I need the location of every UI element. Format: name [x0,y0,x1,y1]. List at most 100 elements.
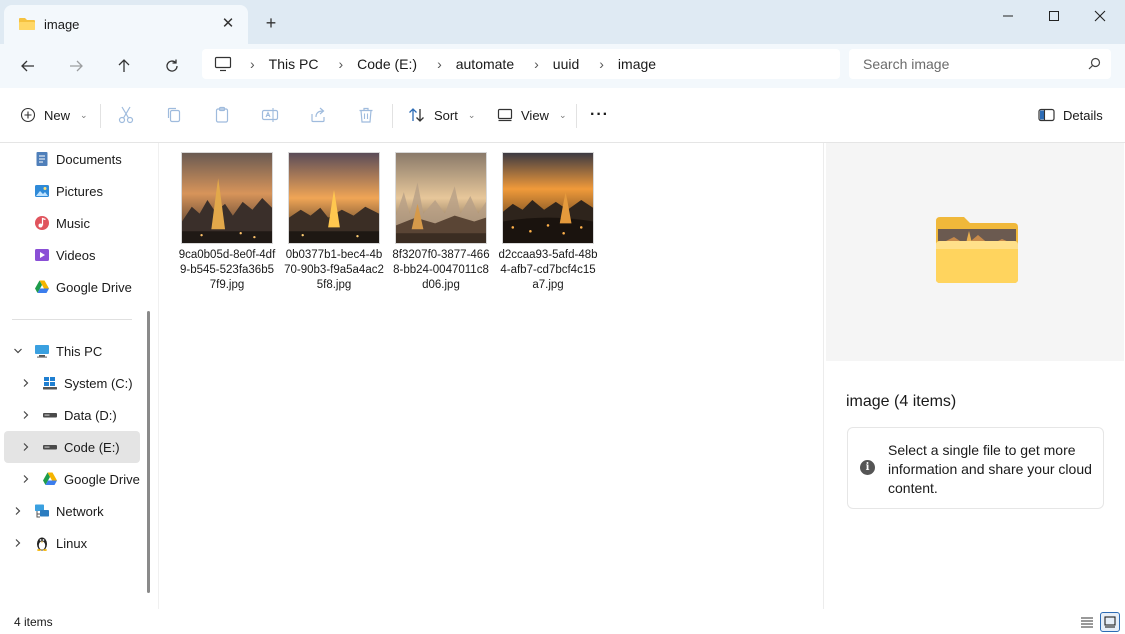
paste-icon[interactable] [212,105,232,125]
windows-drive-icon [43,377,57,390]
new-tab-button[interactable]: + [260,12,282,34]
linux-penguin-icon [37,537,47,551]
drive-icon [43,413,57,418]
details-pane: image (4 items) i Select a single file t… [823,143,1125,609]
more-options-button[interactable]: ··· [590,104,609,126]
delete-icon[interactable] [356,105,376,125]
file-tile[interactable]: 9ca0b05d-8e0f-4df9-b545-523fa36b57f9.jpg [177,152,277,293]
chevron-right-icon[interactable] [20,409,32,421]
toolbar-divider [576,104,577,128]
chevron-right-icon[interactable] [12,505,24,517]
image-thumbnail [395,152,487,244]
chevron-right-icon[interactable] [20,377,32,389]
file-tile[interactable]: 0b0377b1-bec4-4b70-90b3-f9a5a4ac25f8.jpg [284,152,384,293]
breadcrumb-uuid[interactable]: uuid [553,56,579,72]
image-thumbnail [502,152,594,244]
sidebar-item-system-c[interactable]: System (C:) [42,369,142,397]
refresh-button[interactable] [158,52,186,80]
file-name: 0b0377b1-bec4-4b70-90b3-f9a5a4ac25f8.jpg [284,249,384,291]
sidebar-scrollbar[interactable] [147,311,150,593]
sidebar-item-pictures[interactable]: Pictures 📌 [34,177,144,205]
chevron-right-icon[interactable] [12,537,24,549]
google-drive-icon [35,280,49,293]
chevron-right-icon[interactable] [20,473,32,485]
google-drive-icon [43,472,57,485]
back-button[interactable] [14,52,42,80]
sidebar-item-linux[interactable]: Linux [34,529,144,557]
sidebar-item-this-pc[interactable]: This PC [34,337,144,365]
chevron-down-icon[interactable] [12,345,24,357]
share-icon[interactable] [308,105,328,125]
close-window-button[interactable] [1077,0,1123,32]
details-label: Details [1063,107,1103,123]
breadcrumb-separator: › [599,56,604,72]
sidebar-item-documents[interactable]: Documents 📌 [34,145,144,173]
breadcrumb-automate[interactable]: automate [456,56,514,72]
sidebar-divider [12,319,132,320]
sidebar-item-videos[interactable]: Videos 📌 [34,241,144,269]
status-bar: 4 items [0,609,1125,634]
preview-area [826,143,1124,361]
refresh-icon [166,59,178,72]
sidebar-item-google-drive-g[interactable]: Google Drive ( [42,465,140,493]
pictures-icon [35,185,49,197]
breadcrumb[interactable]: › This PC › Code (E:) › automate › uuid … [202,49,840,79]
tiles-view-icon [1104,616,1116,628]
view-button[interactable]: View ⌄ [497,104,567,126]
view-label: View [521,107,549,123]
sidebar-item-label: Pictures [56,183,103,199]
sort-button[interactable]: Sort ⌄ [408,104,475,126]
chevron-right-icon[interactable] [20,441,32,453]
file-name: 8f3207f0-3877-4668-bb24-0047011c8d06.jpg [392,249,490,291]
sidebar-item-music[interactable]: Music 📌 [34,209,144,237]
tab-title: image [44,17,80,32]
sidebar-item-label: This PC [56,343,103,359]
tab-image[interactable]: image ✕ [4,5,248,44]
maximize-button[interactable] [1031,0,1077,32]
sidebar-item-network[interactable]: Network [34,497,144,525]
new-label: New [44,107,71,123]
search-placeholder: Search image [863,56,950,72]
arrow-right-icon [70,60,83,72]
sidebar-item-data-d[interactable]: Data (D:) [42,401,142,429]
sidebar-item-code-e[interactable]: Code (E:) [42,433,142,461]
documents-icon [36,152,48,166]
breadcrumb-image[interactable]: image [618,56,656,72]
cut-icon[interactable] [116,105,136,125]
breadcrumb-separator: › [534,56,539,72]
breadcrumb-this-pc[interactable]: This PC [269,56,319,72]
copy-icon[interactable] [164,105,184,125]
close-icon [1094,10,1106,22]
details-title: image (4 items) [846,393,957,410]
list-view-icon [1081,617,1093,628]
rename-icon[interactable] [260,105,280,125]
tab-close-button[interactable]: ✕ [218,13,238,33]
search-input[interactable]: Search image [849,49,1111,79]
sidebar-item-label: Data (D:) [64,407,117,423]
info-card: i Select a single file to get more infor… [847,427,1104,509]
forward-button[interactable] [62,52,90,80]
toolbar-divider [100,104,101,128]
info-icon: i [860,460,875,475]
sort-label: Sort [434,107,458,123]
sidebar-item-google-drive[interactable]: Google Drive 📌 [34,273,144,301]
file-tile[interactable]: d2ccaa93-5afd-48b4-afb7-cd7bcf4c15a7.jpg [498,152,598,293]
large-icons-view-button[interactable] [1100,612,1120,632]
sidebar-item-label: Code (E:) [64,439,120,455]
maximize-icon [1049,11,1059,21]
minimize-icon [1003,15,1013,17]
up-button[interactable] [110,52,138,80]
computer-icon [214,56,232,72]
drive-icon [43,445,57,450]
new-button[interactable]: New ⌄ [20,104,88,126]
folder-icon [19,18,35,30]
sidebar-item-label: Documents [56,151,122,167]
sidebar-item-label: Videos [56,247,96,263]
breadcrumb-code-e[interactable]: Code (E:) [357,56,417,72]
sidebar-item-label: Google Drive ( [64,471,140,487]
sort-icon [409,108,424,122]
details-view-button[interactable] [1077,612,1097,632]
details-button[interactable]: Details [1038,104,1103,126]
file-tile[interactable]: 8f3207f0-3877-4668-bb24-0047011c8d06.jpg [391,152,491,293]
minimize-button[interactable] [985,0,1031,32]
